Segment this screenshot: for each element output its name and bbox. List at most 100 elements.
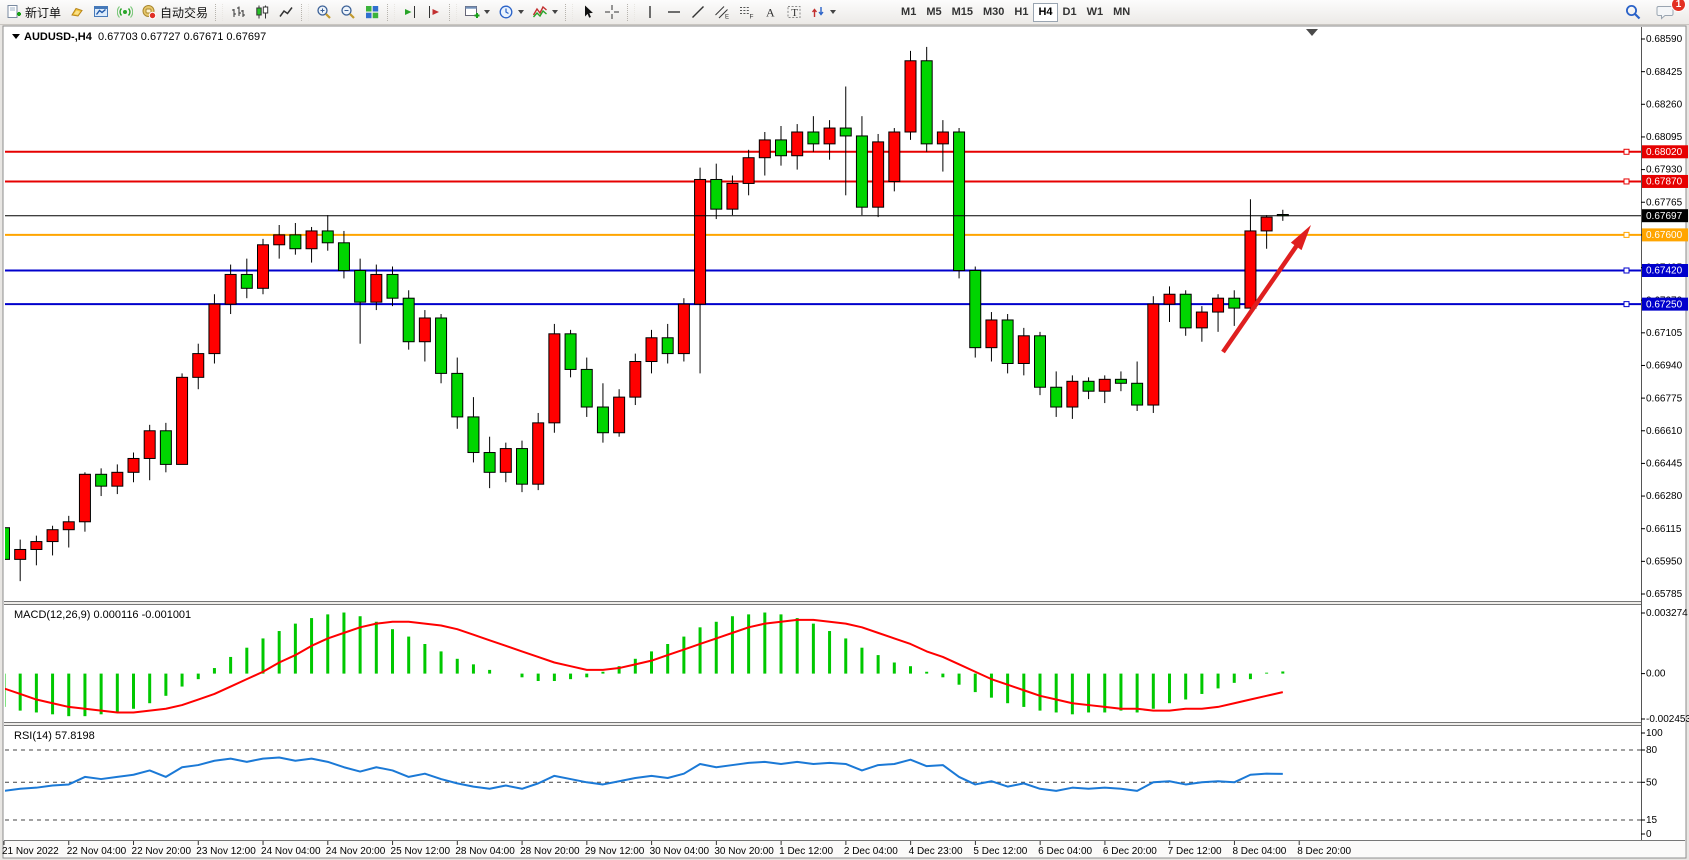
svg-text:0.66115: 0.66115 — [1646, 524, 1682, 535]
svg-text:30 Nov 04:00: 30 Nov 04:00 — [650, 846, 710, 857]
equidistant-channel-tool-button[interactable]: E — [710, 2, 734, 23]
timeframe-H4[interactable]: H4 — [1033, 3, 1057, 22]
vertical-line-icon — [642, 4, 658, 20]
tile-windows-icon — [364, 4, 380, 20]
timeframe-M5[interactable]: M5 — [921, 3, 946, 22]
terminal-button[interactable] — [89, 2, 113, 23]
svg-text:30 Nov 20:00: 30 Nov 20:00 — [714, 846, 774, 857]
notification-badge[interactable]: 1 — [1671, 0, 1686, 12]
line-chart-mode-button[interactable] — [274, 2, 298, 23]
svg-text:0.68590: 0.68590 — [1646, 34, 1683, 45]
svg-text:0.68095: 0.68095 — [1646, 132, 1683, 143]
zoom-in-button[interactable] — [312, 2, 336, 23]
trendline-tool-button[interactable] — [686, 2, 710, 23]
svg-text:E: E — [725, 15, 729, 21]
fibonacci-tool-button[interactable]: F — [734, 2, 758, 23]
arrows-tool-button[interactable] — [806, 2, 840, 23]
chart-shift-icon — [426, 4, 442, 20]
equidistant-channel-icon: E — [714, 4, 730, 20]
timeframe-D1[interactable]: D1 — [1058, 3, 1082, 22]
tile-windows-button[interactable] — [360, 2, 384, 23]
svg-text:0.67930: 0.67930 — [1646, 165, 1683, 176]
svg-text:0.68260: 0.68260 — [1646, 99, 1683, 110]
svg-text:0.68425: 0.68425 — [1646, 67, 1683, 78]
vertical-line-tool-button[interactable] — [638, 2, 662, 23]
svg-text:0.67420: 0.67420 — [1646, 266, 1683, 277]
timeframe-H1[interactable]: H1 — [1009, 3, 1033, 22]
signals-button[interactable] — [113, 2, 137, 23]
dropdown-caret — [552, 10, 558, 14]
auto-trading-button[interactable]: 自动交易 — [137, 2, 212, 23]
chat-button-wrap: 1 — [1652, 2, 1679, 23]
svg-text:0.66445: 0.66445 — [1646, 459, 1683, 470]
horizontal-line-tool-button[interactable] — [662, 2, 686, 23]
svg-text:4 Dec 23:00: 4 Dec 23:00 — [909, 846, 963, 857]
svg-text:0.67250: 0.67250 — [1646, 299, 1683, 310]
cursor-tool-button[interactable] — [576, 2, 600, 23]
text-label-tool-button[interactable]: T — [782, 2, 806, 23]
timeframe-W1[interactable]: W1 — [1082, 3, 1109, 22]
svg-text:-0.002453: -0.002453 — [1646, 714, 1689, 725]
svg-text:22 Nov 20:00: 22 Nov 20:00 — [132, 846, 192, 857]
svg-text:29 Nov 12:00: 29 Nov 12:00 — [585, 846, 645, 857]
new-chart-button[interactable] — [460, 2, 494, 23]
auto-trading-label: 自动交易 — [160, 4, 208, 21]
indicators-button[interactable] — [528, 2, 562, 23]
timeframe-M1[interactable]: M1 — [896, 3, 921, 22]
price-chart[interactable]: 0.685900.684250.682600.680950.679300.677… — [0, 25, 1689, 860]
zoom-out-icon — [340, 4, 356, 20]
search-button[interactable] — [1620, 2, 1646, 23]
svg-text:0.67697: 0.67697 — [1646, 211, 1683, 222]
timeframe-M15[interactable]: M15 — [947, 3, 978, 22]
svg-text:0.67870: 0.67870 — [1646, 177, 1683, 188]
auto-scroll-button[interactable] — [398, 2, 422, 23]
svg-text:24 Nov 04:00: 24 Nov 04:00 — [261, 846, 321, 857]
svg-text:0.00: 0.00 — [1646, 669, 1666, 680]
svg-text:25 Nov 12:00: 25 Nov 12:00 — [391, 846, 451, 857]
svg-text:0.65950: 0.65950 — [1646, 556, 1683, 567]
chart-title: AUDUSD-,H4 0.67703 0.67727 0.67671 0.676… — [12, 31, 266, 43]
svg-text:23 Nov 12:00: 23 Nov 12:00 — [196, 846, 256, 857]
indicators-icon — [532, 4, 548, 20]
crosshair-icon — [604, 4, 620, 20]
toolbar-right-group: 1 — [1620, 2, 1687, 23]
toolbar-grip — [387, 4, 395, 21]
svg-text:24 Nov 20:00: 24 Nov 20:00 — [326, 846, 386, 857]
svg-text:7 Dec 12:00: 7 Dec 12:00 — [1168, 846, 1222, 857]
svg-text:50: 50 — [1646, 777, 1658, 788]
timeframe-group: M1M5M15M30H1H4D1W1MN — [896, 3, 1135, 22]
zoom-out-button[interactable] — [336, 2, 360, 23]
period-button[interactable] — [494, 2, 528, 23]
fibonacci-icon: F — [738, 4, 754, 20]
new-order-icon — [6, 4, 22, 20]
svg-text:1 Dec 12:00: 1 Dec 12:00 — [779, 846, 833, 857]
new-order-label: 新订单 — [25, 4, 61, 21]
timeframe-M30[interactable]: M30 — [978, 3, 1009, 22]
svg-text:0.66610: 0.66610 — [1646, 426, 1683, 437]
macd-signal-value: -0.001001 — [142, 609, 192, 621]
svg-text:0.67105: 0.67105 — [1646, 328, 1683, 339]
svg-text:21 Nov 2022: 21 Nov 2022 — [2, 846, 59, 857]
platform-window-icon — [93, 4, 109, 20]
timeframe-MN[interactable]: MN — [1108, 3, 1135, 22]
new-order-button[interactable]: 新订单 — [2, 2, 65, 23]
trendline-icon — [690, 4, 706, 20]
candlestick-mode-button[interactable] — [250, 2, 274, 23]
macd-main-value: 0.000116 — [93, 609, 138, 621]
gold-icon — [69, 4, 85, 20]
text-tool-button[interactable]: A — [758, 2, 782, 23]
svg-text:0.68020: 0.68020 — [1646, 147, 1683, 158]
macd-label: MACD(12,26,9) 0.000116 -0.001001 — [14, 609, 191, 621]
svg-text:22 Nov 04:00: 22 Nov 04:00 — [67, 846, 127, 857]
market-watch-button[interactable] — [65, 2, 89, 23]
crosshair-tool-button[interactable] — [600, 2, 624, 23]
candlestick-icon — [254, 4, 270, 20]
bar-chart-mode-button[interactable] — [226, 2, 250, 23]
clock-icon — [498, 4, 514, 20]
svg-text:100: 100 — [1646, 728, 1663, 739]
svg-text:0.67600: 0.67600 — [1646, 230, 1683, 241]
symbol-dropdown-icon[interactable] — [12, 34, 20, 39]
chart-shift-button[interactable] — [422, 2, 446, 23]
signal-icon — [117, 4, 133, 20]
auto-scroll-icon — [402, 4, 418, 20]
